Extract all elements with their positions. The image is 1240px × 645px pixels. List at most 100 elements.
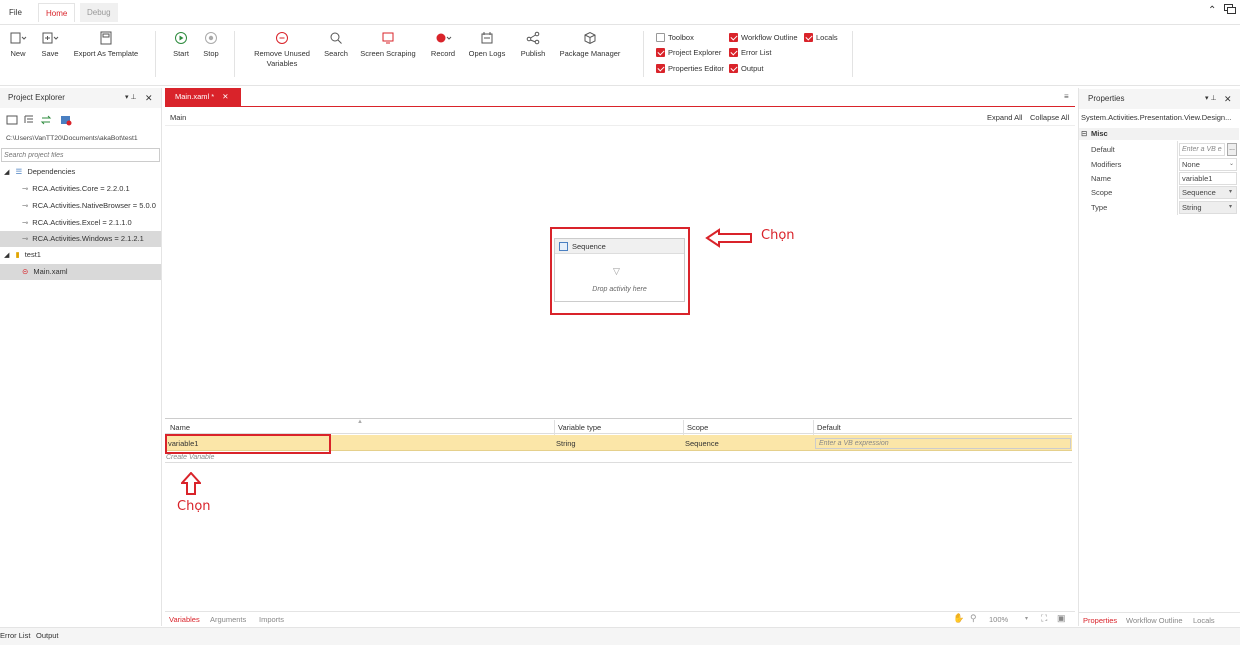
properties-editor-checkbox[interactable]: Properties Editor — [656, 63, 724, 74]
search-label: Search — [324, 49, 348, 58]
stop-button[interactable]: Stop — [200, 31, 222, 59]
prop-default[interactable]: Default Enter a VB e ... — [1079, 143, 1239, 157]
tree-file-main[interactable]: ⊝ Main.xaml — [0, 264, 161, 280]
annotation-choose-sequence: Chọn — [761, 228, 795, 243]
create-variable-link[interactable]: Create Variable — [166, 454, 214, 461]
properties-group[interactable]: ⊟ Misc — [1079, 128, 1239, 140]
tree-project[interactable]: ◢ ▮ test1 — [0, 247, 161, 263]
fit-screen-icon[interactable]: ⛶ — [1041, 613, 1047, 624]
dropdown-icon[interactable]: ▾ — [1229, 188, 1232, 195]
dropdown-icon[interactable]: ▾ — [1229, 203, 1232, 210]
error-list-checkbox[interactable]: Error List — [729, 47, 771, 58]
package-manager-button[interactable]: Package Manager — [556, 31, 624, 59]
tab-error-list[interactable]: Error List — [0, 631, 30, 640]
tab-locals[interactable]: Locals — [1193, 616, 1215, 625]
prop-type[interactable]: Type String ▾ — [1079, 201, 1239, 215]
zoom-dropdown-icon[interactable]: ▾ — [1025, 615, 1028, 622]
expand-arrow-icon[interactable]: ◢ — [4, 169, 9, 176]
menu-debug[interactable]: Debug — [80, 3, 118, 22]
project-explorer-checkbox[interactable]: Project Explorer — [656, 47, 721, 58]
tree-dependency-item[interactable]: ⊸ RCA.Activities.Excel = 2.1.1.0 — [0, 215, 161, 231]
col-scope[interactable]: Scope — [687, 423, 708, 432]
toolbox-label: Toolbox — [668, 33, 694, 42]
record-button[interactable]: Record — [428, 31, 458, 59]
open-logs-button[interactable]: Open Logs — [466, 31, 508, 59]
close-tab-icon[interactable]: ✕ — [222, 92, 228, 101]
export-template-button[interactable]: Export As Template — [70, 31, 142, 59]
pin-dropdown-icon[interactable]: ▾ ⊥ — [1205, 89, 1217, 109]
col-default[interactable]: Default — [817, 423, 841, 432]
tab-menu-icon[interactable]: ≡ — [1064, 92, 1069, 101]
new-label: New — [10, 49, 26, 58]
tree-dependencies[interactable]: ◢ ☰ Dependencies — [0, 164, 161, 180]
menu-bar: File Home Debug ⌃ — [0, 0, 1240, 24]
pan-hand-icon[interactable]: ✋ — [953, 613, 964, 624]
search-project-input[interactable] — [1, 148, 160, 162]
collapse-group-icon[interactable]: ⊟ — [1081, 129, 1087, 138]
ribbon-separator — [234, 31, 235, 77]
close-icon[interactable]: ✕ — [145, 88, 153, 108]
tree-dependency-item[interactable]: ⊸ RCA.Activities.NativeBrowser = 5.0.0 — [0, 198, 161, 214]
tree-dependency-item[interactable]: ⊸ RCA.Activities.Core = 2.2.0.1 — [0, 181, 161, 197]
export-template-label: Export As Template — [73, 49, 139, 58]
workflow-outline-checkbox[interactable]: Workflow Outline — [729, 32, 798, 43]
col-name[interactable]: Name — [170, 423, 190, 432]
save-button[interactable]: Save — [38, 31, 62, 59]
file-label: Main.xaml — [33, 267, 68, 276]
tab-variables[interactable]: Variables — [169, 615, 200, 624]
prop-name[interactable]: Name variable1 — [1079, 172, 1239, 186]
checkbox-checked-icon — [656, 64, 665, 73]
variable-default-cell[interactable]: Enter a VB expression — [815, 438, 1071, 449]
ellipsis-button[interactable]: ... — [1227, 143, 1237, 156]
toolbox-checkbox[interactable]: Toolbox — [656, 32, 694, 43]
collapse-all-button[interactable]: Collapse All — [1030, 113, 1069, 122]
tab-properties[interactable]: Properties — [1083, 616, 1117, 625]
group-label: Misc — [1091, 129, 1108, 138]
dependency-label: RCA.Activities.NativeBrowser = 5.0.0 — [32, 201, 156, 210]
new-button[interactable]: New — [6, 31, 30, 59]
prop-modifiers[interactable]: Modifiers None ⌄ — [1079, 158, 1239, 172]
close-icon[interactable]: ✕ — [1224, 89, 1232, 109]
project-explorer-header: Project Explorer ▾ ⊥ ✕ — [0, 88, 161, 108]
search-button[interactable]: Search — [322, 31, 350, 59]
menu-file[interactable]: File — [2, 3, 29, 22]
right-bottom-tabs: Properties Workflow Outline Locals — [1079, 612, 1240, 626]
menu-home[interactable]: Home — [38, 3, 76, 22]
dropdown-icon[interactable]: ⌄ — [1229, 160, 1234, 167]
window-layout-icon[interactable] — [1224, 4, 1236, 14]
settings-badge-icon — [66, 120, 72, 126]
screen-scraping-button[interactable]: Screen Scraping — [358, 31, 418, 59]
remove-unused-variables-button[interactable]: Remove Unused Variables — [250, 31, 314, 69]
start-button[interactable]: Start — [170, 31, 192, 59]
package-ref-icon: ⊸ — [22, 201, 29, 210]
expand-arrow-icon[interactable]: ◢ — [4, 252, 9, 259]
collapse-ribbon-icon[interactable]: ⌃ — [1208, 5, 1216, 16]
prop-name-value[interactable]: variable1 — [1179, 172, 1237, 185]
designer-bottom-bar: Variables Arguments Imports ✋ ⚲ 100% ▾ ⛶… — [165, 611, 1075, 626]
tab-workflow-outline[interactable]: Workflow Outline — [1126, 616, 1183, 625]
col-variable-type[interactable]: Variable type — [558, 423, 601, 432]
variable-scope-cell[interactable]: Sequence — [685, 439, 719, 448]
publish-button[interactable]: Publish — [516, 31, 550, 59]
stop-label: Stop — [203, 49, 219, 58]
dependencies-label: Dependencies — [27, 167, 76, 176]
tab-imports[interactable]: Imports — [259, 615, 284, 624]
breadcrumb[interactable]: Main — [170, 113, 186, 122]
tab-output[interactable]: Output — [36, 631, 59, 640]
zoom-level[interactable]: 100% — [989, 615, 1008, 624]
tab-main-xaml[interactable]: Main.xaml * ✕ — [165, 88, 241, 106]
zoom-icon[interactable]: ⚲ — [970, 613, 977, 624]
locals-checkbox[interactable]: Locals — [804, 32, 838, 43]
tree-dependency-item[interactable]: ⊸ RCA.Activities.Windows = 2.1.2.1 — [0, 231, 161, 247]
prop-label: Default — [1091, 145, 1115, 154]
variable-type-cell[interactable]: String — [556, 439, 576, 448]
prop-default-value[interactable]: Enter a VB e — [1179, 143, 1225, 156]
screen-scraping-icon — [358, 31, 418, 45]
highlight-variable1 — [165, 434, 331, 454]
overview-icon[interactable]: ▣ — [1057, 613, 1066, 624]
output-checkbox[interactable]: Output — [729, 63, 764, 74]
prop-scope[interactable]: Scope Sequence ▾ — [1079, 186, 1239, 200]
pin-dropdown-icon[interactable]: ▾ ⊥ — [125, 88, 137, 108]
tab-arguments[interactable]: Arguments — [210, 615, 246, 624]
expand-all-button[interactable]: Expand All — [987, 113, 1022, 122]
